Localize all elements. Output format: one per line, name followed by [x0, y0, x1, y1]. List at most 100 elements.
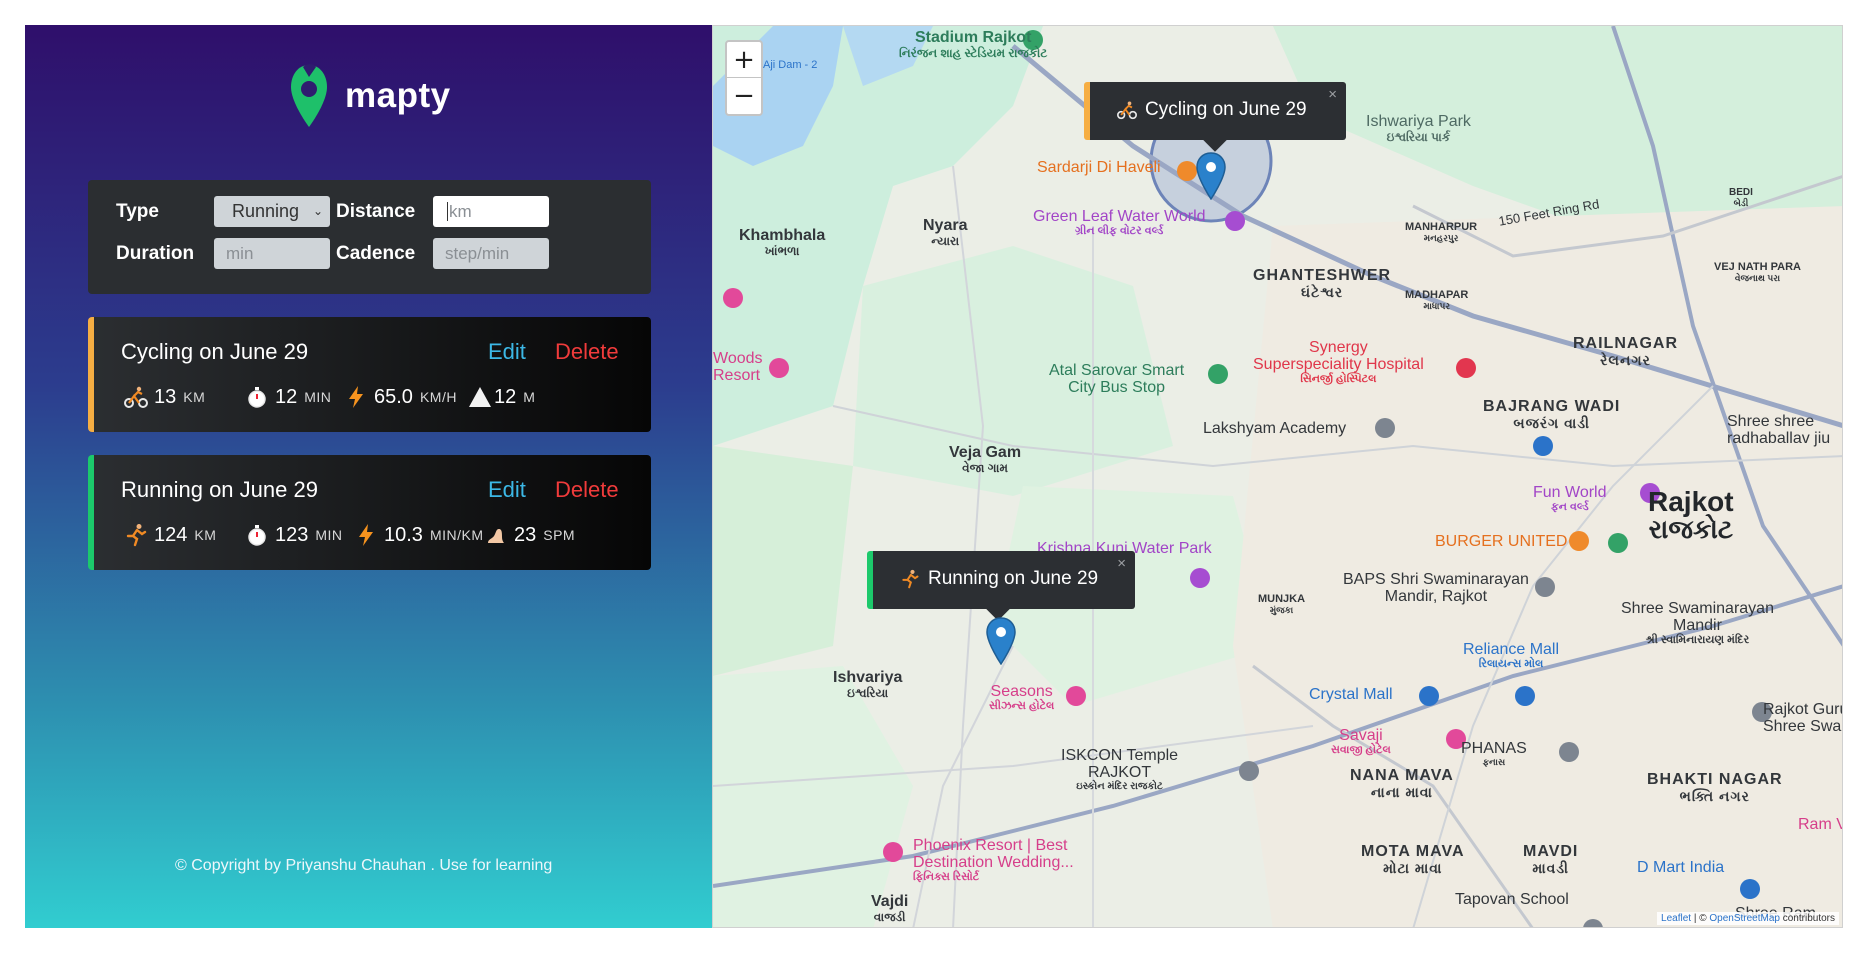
edit-button[interactable]: Edit: [488, 477, 526, 503]
map-label: BEDI બેડી: [1729, 187, 1753, 208]
map-label: BAJRANG WADI બજરંગ વાડી: [1483, 398, 1621, 431]
zoom-control: + −: [725, 40, 763, 116]
map-label: NANA MAVA નાના માવા: [1350, 767, 1454, 800]
lightning-icon: [359, 524, 373, 546]
cadence-unit: SPM: [543, 527, 576, 543]
delete-button[interactable]: Delete: [555, 339, 619, 365]
zoom-in-button[interactable]: +: [727, 42, 761, 78]
close-icon[interactable]: ×: [1117, 555, 1126, 572]
speed-value: 65.0: [374, 385, 413, 408]
map-label: Reliance Mall રિલાયન્સ મોલ: [1463, 641, 1560, 670]
map-label: Crystal Mall: [1309, 686, 1393, 703]
distance-input[interactable]: km: [433, 196, 549, 227]
map-label: Veja Gam વેજા ગામ: [949, 444, 1022, 475]
duration-unit: MIN: [304, 389, 332, 405]
duration-input[interactable]: min: [214, 238, 330, 269]
workout-cadence: 23 SPM: [484, 523, 575, 547]
map-label: BHAKTI NAGAR ભક્તિ નગર: [1647, 771, 1783, 804]
map-label: Khambhala ખાંભળા: [739, 227, 826, 258]
workout-speed: 65.0 KM/H: [344, 385, 468, 409]
workout-title: Running on June 29: [121, 477, 318, 502]
workout-card-running[interactable]: Running on June 29 Edit Delete 124 KM 12…: [88, 455, 651, 570]
runner-icon: [126, 524, 147, 547]
cadence-label: Cadence: [336, 243, 416, 264]
map-label: VEJ NATH PARA વેજનાથ પરા: [1714, 261, 1801, 283]
openstreetmap-link[interactable]: OpenStreetMap: [1709, 913, 1780, 924]
leaflet-link[interactable]: Leaflet: [1661, 913, 1691, 924]
zoom-out-button[interactable]: −: [727, 78, 761, 114]
duration-unit: MIN: [315, 527, 343, 543]
duration-placeholder: min: [226, 244, 254, 263]
popup-text: Running on June 29: [928, 568, 1099, 589]
distance-placeholder: km: [449, 202, 472, 221]
map[interactable]: Stadium Rajkot નિરંજન શાહ સ્ટેડિયમ રાજકોટ…: [712, 25, 1843, 928]
close-icon[interactable]: ×: [1328, 86, 1337, 103]
map-label: Nyara ન્યારા: [923, 217, 968, 248]
elevation-unit: M: [523, 389, 536, 405]
cadence-placeholder: step/min: [445, 244, 510, 263]
workout-card-cycling[interactable]: Cycling on June 29 Edit Delete 13 KM 12 …: [88, 317, 651, 432]
map-label: Green Leaf Water World ગ્રીન લીફ વોટર વર્…: [1033, 208, 1206, 237]
distance-value: 124: [154, 523, 188, 546]
distance-unit: KM: [194, 527, 217, 543]
attribution-tail: contributors: [1779, 913, 1835, 924]
map-label: MUNJKA મુંજકા: [1258, 593, 1306, 615]
lightning-icon: [349, 386, 363, 408]
map-label: Woods Resort: [713, 350, 763, 384]
map-marker-running[interactable]: [986, 617, 1016, 665]
copyright-text: © Copyright by Priyanshu Chauhan . Use f…: [175, 857, 553, 874]
sidebar: mapty Type Running ⌄ Distance km Duratio…: [25, 25, 712, 928]
map-marker-cycling[interactable]: [1196, 152, 1226, 200]
map-label: GHANTESHWER ઘંટેશ્વર: [1253, 267, 1392, 300]
map-label: Ishwariya Park ઇશ્વરિયા પાર્ક: [1366, 113, 1471, 144]
pace-value: 10.3: [384, 523, 423, 546]
map-label: PHANAS ફનાસ: [1461, 740, 1527, 767]
delete-button[interactable]: Delete: [555, 477, 619, 503]
map-label: Rajkot રાજકોટ: [1648, 486, 1734, 545]
map-label: Phoenix Resort | Best Destination Wedding…: [913, 837, 1074, 883]
type-label: Type: [116, 201, 159, 222]
cyclist-icon: [1117, 101, 1137, 120]
elevation-value: 12: [494, 385, 517, 408]
runner-icon: [902, 569, 919, 589]
stopwatch-icon: [248, 387, 266, 408]
map-label: Atal Sarovar Smart City Bus Stop: [1049, 362, 1185, 396]
speed-unit: KM/H: [419, 389, 457, 405]
distance-unit: KM: [183, 389, 206, 405]
map-label: Shree shree radhaballav jiu: [1727, 413, 1831, 447]
workout-duration: 12 MIN: [245, 385, 344, 409]
duration-label: Duration: [116, 243, 195, 264]
map-label: BAPS Shri Swaminarayan Mandir, Rajkot: [1343, 571, 1529, 605]
map-label: Stadium Rajkot નિરંજન શાહ સ્ટેડિયમ રાજકોટ: [899, 29, 1048, 60]
edit-button[interactable]: Edit: [488, 339, 526, 365]
map-label: Lakshyam Academy: [1203, 420, 1347, 437]
popup-cycling[interactable]: Cycling on June 29 ×: [1084, 82, 1346, 152]
map-label: Shree Swaminarayan Mandir શ્રી સ્વામિનારાય…: [1621, 600, 1774, 646]
duration-value: 123: [275, 523, 309, 546]
map-label: ISKCON Temple RAJKOT ઇસ્કોન મંદિર રાજકોટ: [1061, 747, 1179, 792]
type-select[interactable]: Running ⌄: [214, 196, 330, 227]
cadence-input[interactable]: step/min: [433, 238, 549, 269]
workout-form: Type Running ⌄ Distance km Duration min …: [88, 180, 651, 294]
map-label: D Mart India: [1637, 859, 1725, 876]
map-label: MADHAPAR માધાપર: [1405, 289, 1469, 311]
map-label: Seasons સીઝન્સ હોટેલ: [989, 683, 1055, 712]
stopwatch-icon: [248, 525, 266, 546]
popup-label: Running on June 29: [900, 568, 1098, 590]
popup-text: Cycling on June 29: [1145, 99, 1307, 120]
footprint-icon: [488, 529, 504, 543]
map-label: MOTA MAVA મોટા માવા: [1361, 843, 1465, 876]
workout-distance: 13 KM: [124, 385, 245, 409]
logo: mapty: [289, 63, 451, 129]
map-label: MAVDI માવડી: [1523, 843, 1579, 876]
popup-running[interactable]: Running on June 29 ×: [867, 551, 1135, 621]
cadence-value: 23: [514, 523, 537, 546]
map-label: Aji Dam - 2: [763, 59, 818, 71]
map-pin-logo-icon: [291, 64, 327, 127]
workout-pace: 10.3 MIN/KM: [354, 523, 484, 547]
mountain-icon: [469, 387, 491, 407]
chevron-down-icon: ⌄: [312, 204, 323, 218]
map-label: Synergy Superspeciality Hospital સિનર્જી હ…: [1253, 339, 1424, 385]
popup-label: Cycling on June 29: [1117, 99, 1307, 121]
map-label: Tapovan School: [1455, 891, 1569, 908]
